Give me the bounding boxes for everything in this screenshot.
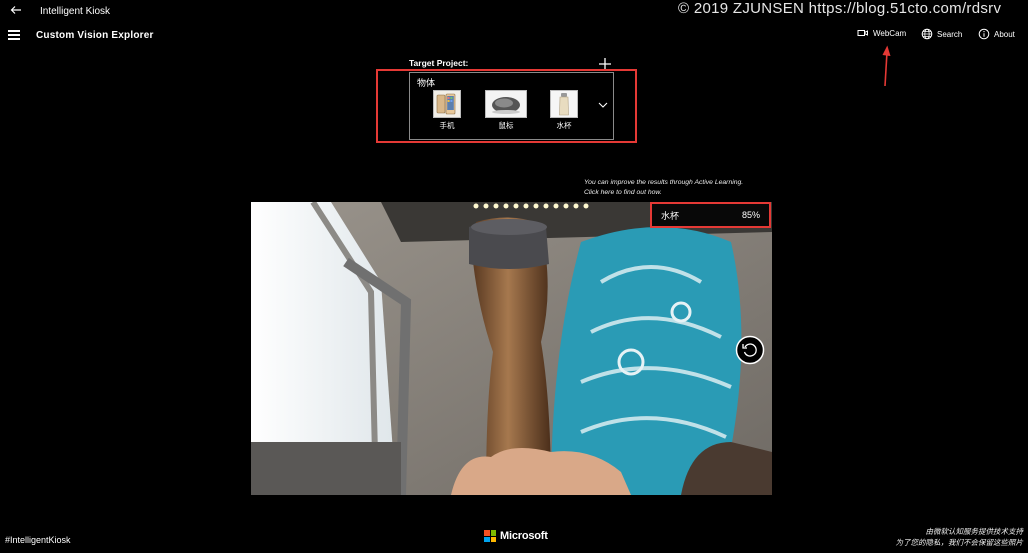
tag-phone: 手机 [433, 90, 461, 131]
tag-phone-label: 手机 [439, 121, 455, 130]
mouse-thumbnail [485, 90, 527, 118]
target-project-label: Target Project: [409, 58, 469, 68]
tag-mouse: 鼠标 [485, 90, 527, 131]
tag-cup: 水杯 [550, 90, 578, 131]
privacy-note-line-2: 为了您的隐私，我们不会保留这些照片 [895, 538, 1024, 547]
info-icon [978, 28, 990, 40]
chevron-down-icon[interactable] [598, 101, 608, 109]
back-arrow-icon[interactable] [9, 3, 23, 17]
app-title: Intelligent Kiosk [40, 6, 111, 17]
hint-line-2: Click here to find out how. [584, 189, 662, 196]
nav-about[interactable]: About [978, 28, 1015, 40]
privacy-note: 由微软认知服务提供技术支持 为了您的隐私，我们不会保留这些照片 [896, 526, 1024, 548]
nav-about-label: About [994, 29, 1015, 39]
tag-mouse-label: 鼠标 [498, 121, 514, 130]
hamburger-menu-icon[interactable] [8, 30, 20, 40]
microsoft-windows-icon [484, 530, 496, 542]
phone-thumbnail [433, 90, 461, 118]
annotation-arrow-icon [882, 45, 891, 87]
page-title: Custom Vision Explorer [36, 30, 154, 41]
prediction-tag: 水杯 [661, 210, 680, 221]
webcam-photo [251, 202, 772, 495]
retake-refresh-icon[interactable] [735, 335, 765, 365]
cup-thumbnail [550, 90, 578, 118]
video-camera-icon [857, 30, 868, 36]
nav-search[interactable]: Search [921, 28, 962, 40]
active-learning-hint[interactable]: You can improve the results through Acti… [584, 178, 743, 198]
nav-webcam[interactable]: WebCam [857, 28, 906, 38]
globe-icon [921, 28, 933, 40]
tag-cup-label: 水杯 [556, 121, 572, 130]
nav-webcam-label: WebCam [873, 28, 907, 38]
hashtag-label: #IntelligentKiosk [5, 535, 71, 545]
hint-line-1: You can improve the results through Acti… [584, 179, 744, 186]
prediction-confidence: 85% [741, 210, 760, 220]
privacy-note-line-1: 由微软认知服务提供技术支持 [925, 527, 1024, 536]
nav-search-label: Search [937, 29, 963, 39]
microsoft-logo: Microsoft [484, 530, 548, 542]
project-name: 物体 [417, 78, 436, 88]
microsoft-brand-text: Microsoft [500, 530, 548, 542]
watermark: © 2019 ZJUNSEN https://blog.51cto.com/rd… [678, 0, 1002, 17]
prediction-result: 水杯 85% [650, 202, 771, 228]
